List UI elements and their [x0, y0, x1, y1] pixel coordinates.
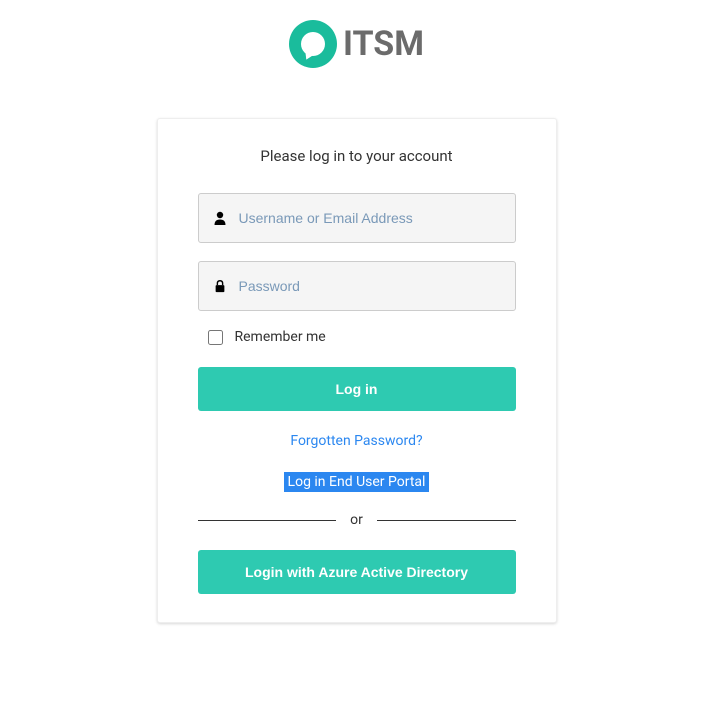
- logo-text: ITSM: [343, 24, 424, 64]
- login-card: Please log in to your account Remember m…: [157, 118, 557, 623]
- login-title: Please log in to your account: [198, 147, 516, 165]
- password-input-group: [198, 261, 516, 311]
- divider-line-right: [377, 520, 516, 521]
- user-icon: [211, 209, 229, 227]
- logo-container: ITSM: [289, 20, 424, 68]
- remember-container: Remember me: [198, 329, 516, 345]
- lock-icon: [211, 277, 229, 295]
- divider: or: [198, 512, 516, 528]
- username-input-group: [198, 193, 516, 243]
- remember-checkbox[interactable]: [208, 330, 223, 345]
- end-user-portal-link-container: Log in End User Portal: [198, 471, 516, 490]
- divider-text: or: [336, 512, 377, 528]
- end-user-portal-link[interactable]: Log in End User Portal: [284, 472, 430, 492]
- azure-login-button[interactable]: Login with Azure Active Directory: [198, 550, 516, 594]
- password-input[interactable]: [239, 262, 503, 310]
- remember-label: Remember me: [235, 329, 326, 345]
- logo-icon: [289, 20, 337, 68]
- login-button[interactable]: Log in: [198, 367, 516, 411]
- username-input[interactable]: [239, 194, 503, 242]
- divider-line-left: [198, 520, 337, 521]
- forgot-password-link[interactable]: Forgotten Password?: [198, 433, 516, 449]
